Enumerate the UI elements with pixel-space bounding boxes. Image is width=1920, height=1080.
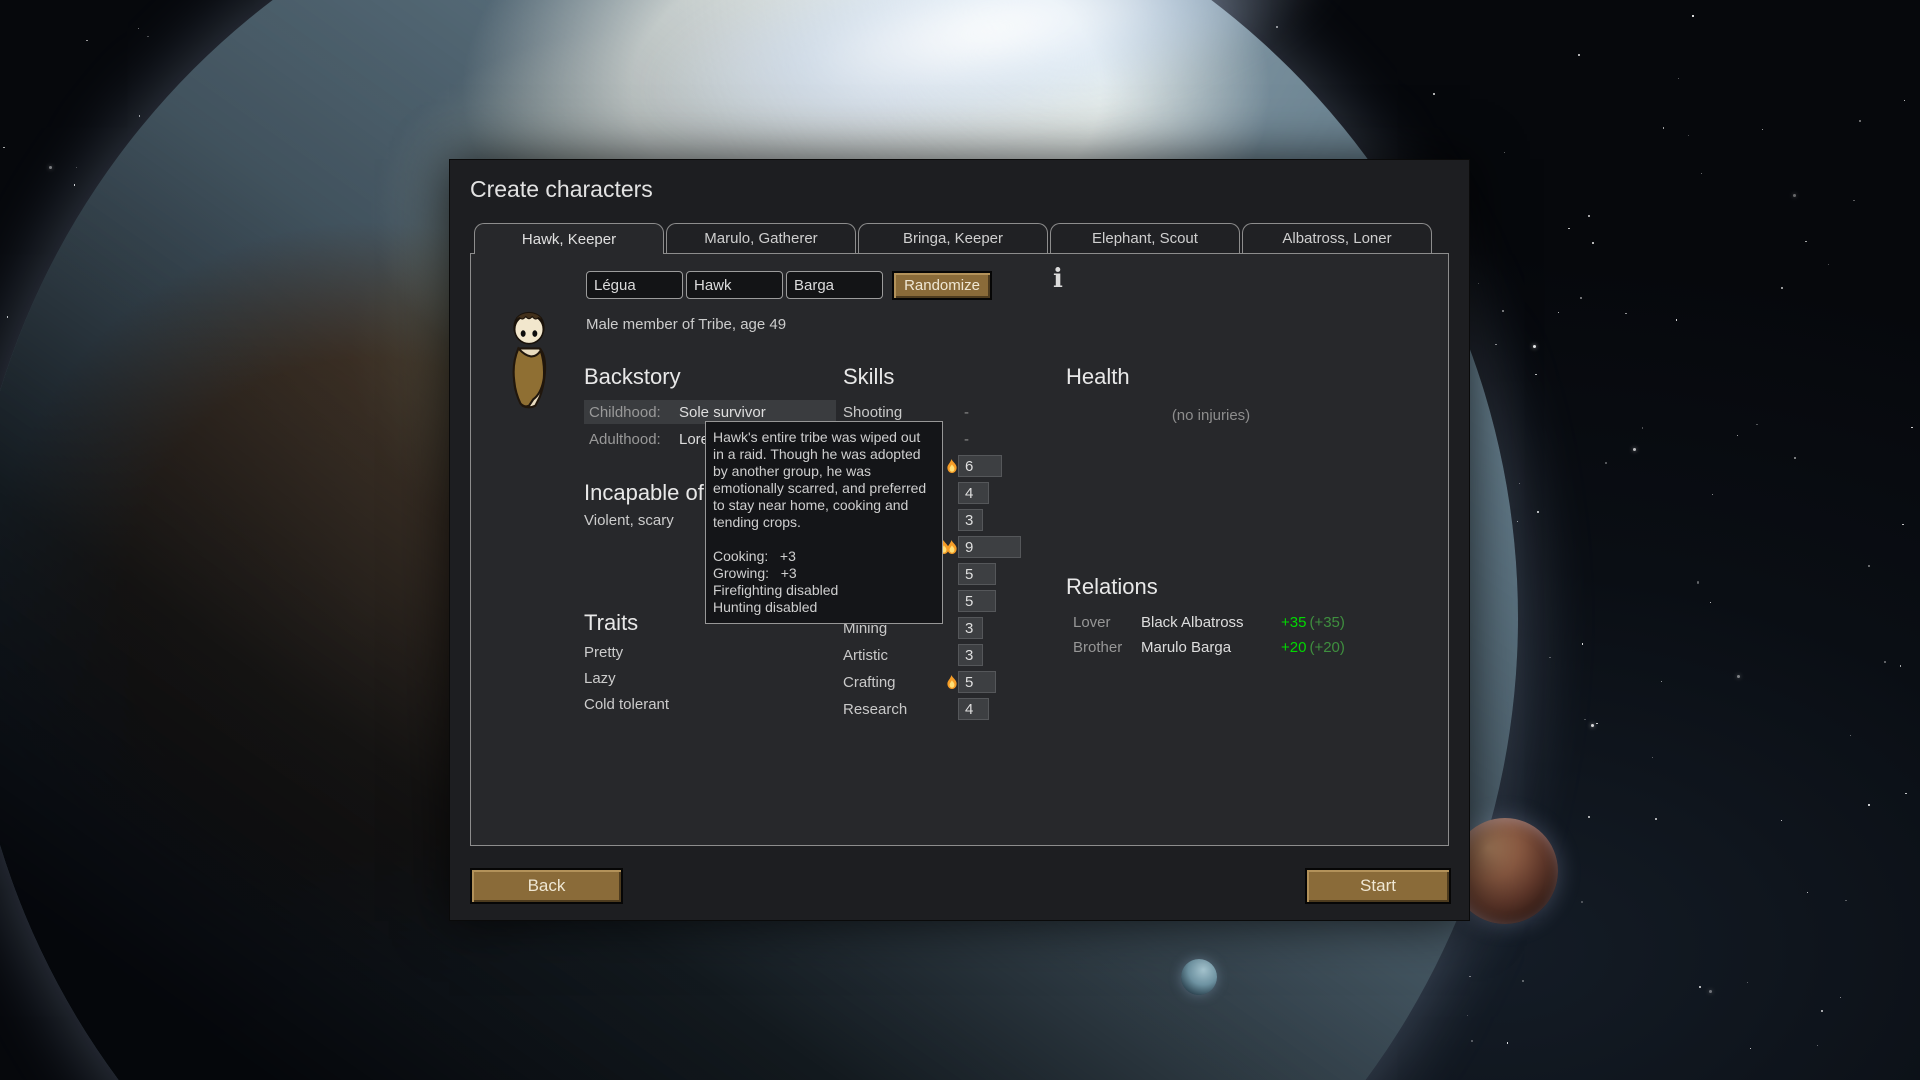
skill-label: Artistic (843, 646, 888, 664)
tab-bringa-keeper[interactable]: Bringa, Keeper (858, 223, 1048, 253)
relation-value: +20 (1281, 638, 1307, 656)
relation-row[interactable]: Brother Marulo Barga +20 (+20) (1066, 635, 1426, 659)
skill-value: 4 (965, 700, 974, 718)
page-title: Create characters (470, 176, 653, 202)
passion-flame-icon (931, 675, 958, 689)
trait-item[interactable]: Cold tolerant (584, 696, 669, 713)
incapable-items: Violent, scary (584, 512, 674, 529)
skill-value: 5 (965, 592, 974, 610)
skill-bar: 4 (958, 698, 990, 720)
relation-name: Marulo Barga (1141, 638, 1232, 656)
tab-label: Elephant, Scout (1092, 230, 1198, 247)
backstory-heading: Backstory (584, 364, 681, 389)
tab-elephant-scout[interactable]: Elephant, Scout (1050, 223, 1240, 253)
trait-item[interactable]: Pretty (584, 644, 623, 661)
skill-bar: 5 (958, 590, 996, 612)
relation-value: +35 (1281, 613, 1307, 631)
randomize-button[interactable]: Randomize (892, 271, 992, 300)
skill-bar: 3 (958, 644, 983, 666)
skill-row[interactable]: Crafting 5 (843, 670, 1283, 694)
skill-value: 3 (965, 511, 974, 529)
relation-kind: Lover (1073, 613, 1111, 631)
tab-label: Marulo, Gatherer (704, 230, 818, 247)
skill-bar: 6 (958, 455, 1002, 477)
relation-change: (+35) (1309, 613, 1345, 631)
traits-heading: Traits (584, 610, 639, 635)
nickname-input[interactable] (686, 271, 783, 299)
tab-label: Albatross, Loner (1282, 230, 1392, 247)
skill-bar: 9 (958, 536, 1021, 558)
tab-albatross-loner[interactable]: Albatross, Loner (1242, 223, 1432, 253)
screen: Create characters Hawk, Keeper Marulo, G… (0, 0, 1920, 1080)
skill-value: 9 (965, 538, 974, 556)
create-characters-dialog: Create characters Hawk, Keeper Marulo, G… (449, 159, 1470, 921)
last-name-input[interactable] (786, 271, 883, 299)
planet-small-blue (1181, 959, 1217, 995)
relation-kind: Brother (1073, 638, 1123, 656)
tab-marulo-gatherer[interactable]: Marulo, Gatherer (666, 223, 856, 253)
relation-name: Black Albatross (1141, 613, 1244, 631)
skill-bar: - (958, 401, 969, 423)
relations-heading: Relations (1066, 574, 1158, 599)
childhood-label: Childhood: (589, 403, 661, 421)
incapable-heading: Incapable of (584, 480, 704, 505)
start-button[interactable]: Start (1305, 868, 1451, 904)
skill-value: 3 (965, 619, 974, 637)
character-summary: Male member of Tribe, age 49 (586, 316, 787, 333)
skill-value: 5 (965, 565, 974, 583)
skill-bar: 3 (958, 617, 983, 639)
character-portrait (512, 311, 547, 409)
skills-heading: Skills (843, 364, 895, 389)
skill-label: Shooting (843, 403, 903, 421)
skill-bar: 5 (958, 671, 996, 693)
info-icon[interactable]: i (1053, 266, 1063, 292)
skill-value: 3 (965, 646, 974, 664)
skill-value: - (964, 430, 969, 448)
skill-row[interactable]: Research 4 (843, 697, 1283, 721)
tab-label: Bringa, Keeper (902, 230, 1004, 247)
skill-value: 5 (965, 673, 974, 691)
skill-bar: 3 (958, 509, 983, 531)
skill-bar: 4 (958, 482, 990, 504)
relation-row[interactable]: Lover Black Albatross +35 (+35) (1066, 610, 1426, 634)
skill-value: 6 (965, 457, 974, 475)
back-button[interactable]: Back (470, 868, 623, 904)
skill-value: 4 (965, 484, 974, 502)
adulthood-label: Adulthood: (589, 430, 661, 448)
health-heading: Health (1066, 364, 1130, 389)
health-status: (no injuries) (1171, 407, 1251, 424)
tab-label: Hawk, Keeper (521, 230, 617, 248)
relation-change: (+20) (1309, 638, 1345, 656)
childhood-value: Sole survivor (679, 403, 766, 421)
skill-bar: - (958, 428, 969, 450)
backstory-tooltip: Hawk's entire tribe was wiped out in a r… (705, 421, 943, 624)
character-panel: Randomize i Male member of Tribe, age 49… (470, 253, 1449, 846)
skill-label: Research (843, 700, 908, 718)
skill-label: Crafting (843, 673, 896, 691)
skill-value: - (964, 403, 969, 421)
skill-bar: 5 (958, 563, 996, 585)
first-name-input[interactable] (586, 271, 683, 299)
trait-item[interactable]: Lazy (584, 670, 616, 687)
tab-hawk-keeper[interactable]: Hawk, Keeper (474, 223, 664, 254)
